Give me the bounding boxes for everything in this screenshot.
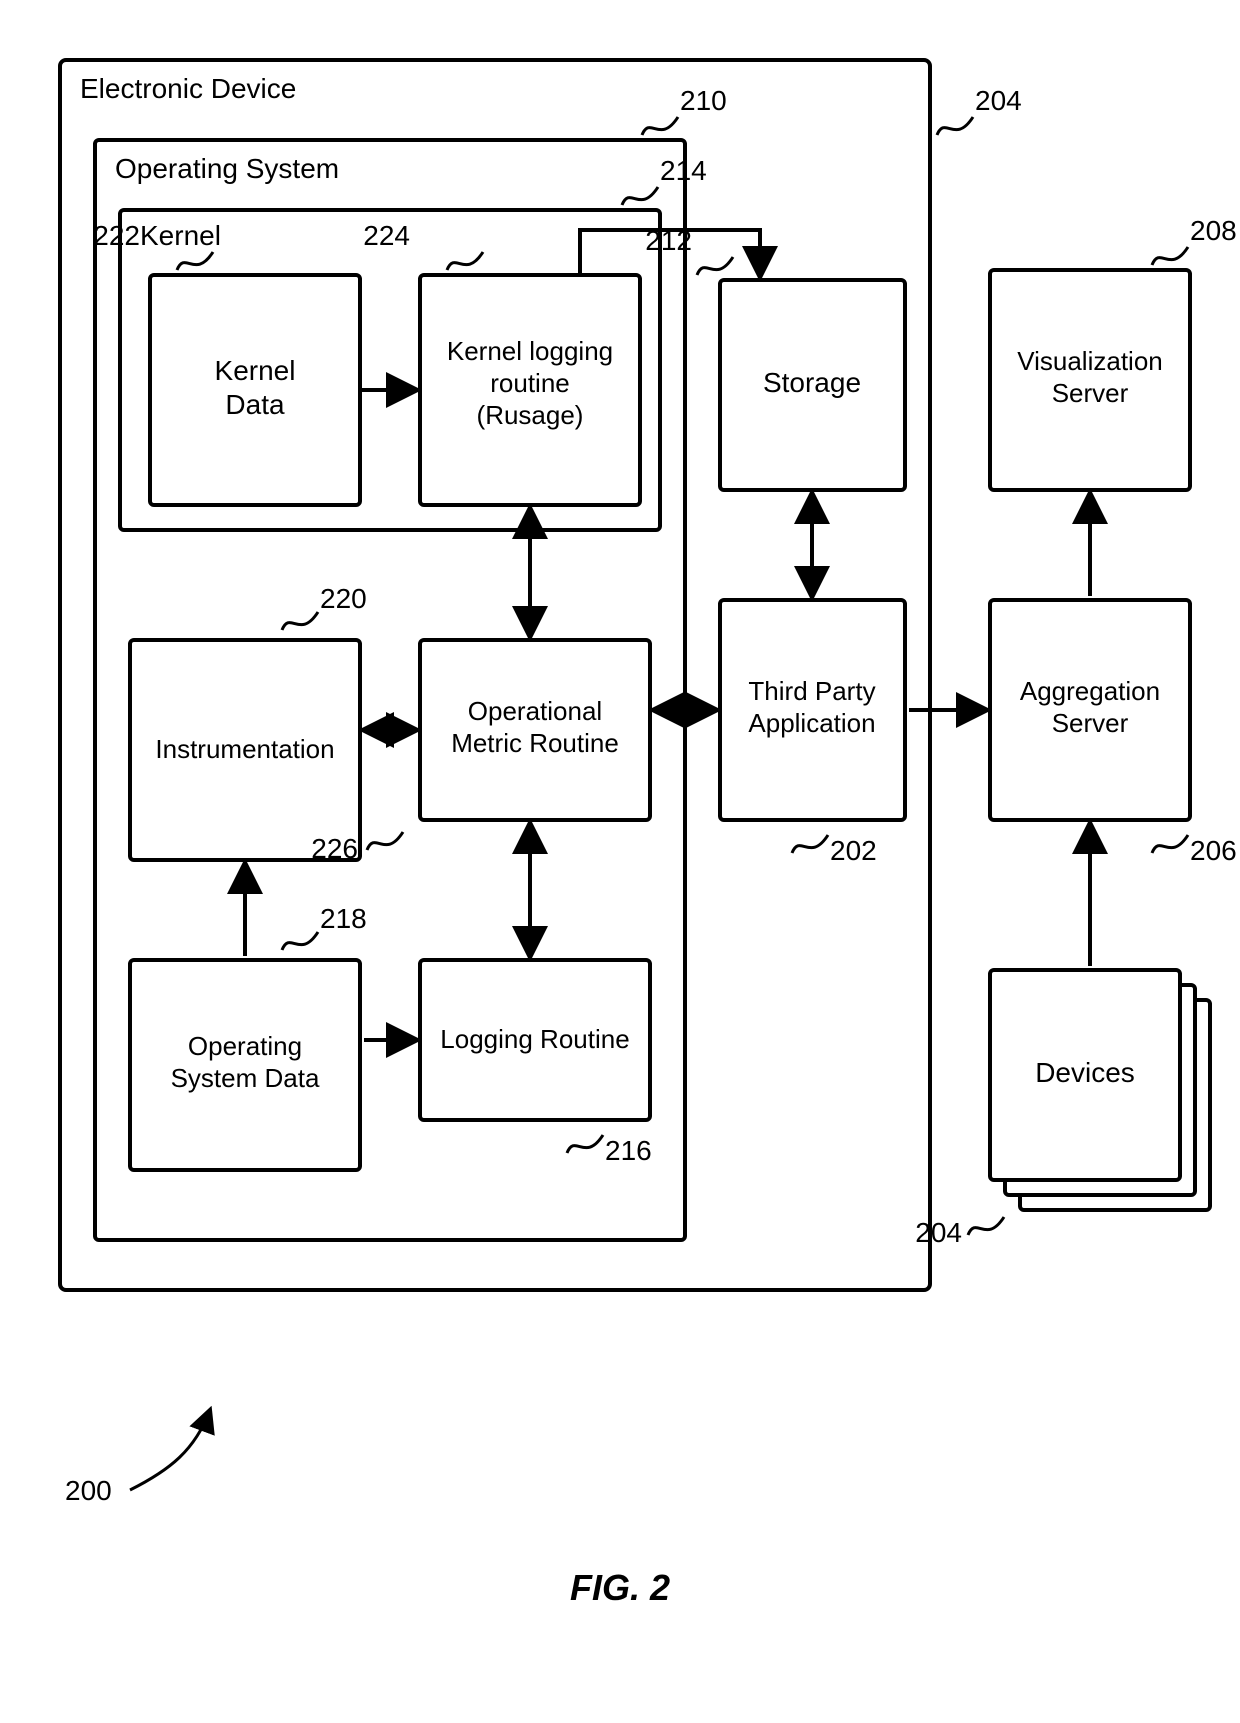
agg-l2: Server: [1052, 708, 1129, 738]
ref-206: 206: [1190, 835, 1237, 866]
kernel-data-label-1: Kernel: [215, 355, 296, 386]
osdata-l2: System Data: [171, 1063, 320, 1093]
ref-200: 200: [65, 1475, 112, 1506]
ref-216: 216: [605, 1135, 652, 1166]
opmetric-l1: Operational: [468, 696, 602, 726]
ref-222: 222: [93, 220, 140, 251]
kernel-logging-l1: Kernel logging: [447, 336, 613, 366]
viz-l2: Server: [1052, 378, 1129, 408]
operating-system-title: Operating System: [115, 153, 339, 184]
visualization-server-box: Visualization Server 208: [990, 215, 1237, 490]
kernel-title: Kernel: [140, 220, 221, 251]
ref-202: 202: [830, 835, 877, 866]
figure-label: FIG. 2: [570, 1567, 670, 1608]
devices-label: Devices: [1035, 1057, 1135, 1088]
instrumentation-label: Instrumentation: [155, 734, 334, 764]
ref-214: 214: [660, 155, 707, 186]
kernel-data-label-2: Data: [225, 389, 285, 420]
tpa-l2: Application: [748, 708, 875, 738]
agg-l1: Aggregation: [1020, 676, 1160, 706]
ref-220: 220: [320, 583, 367, 614]
storage-label: Storage: [763, 367, 861, 398]
electronic-device-title: Electronic Device: [80, 73, 296, 104]
ref-226: 226: [311, 833, 358, 864]
ref-210: 210: [680, 85, 727, 116]
ref-204-device: 204: [975, 85, 1022, 116]
logging-label: Logging Routine: [440, 1024, 629, 1054]
ref-224: 224: [363, 220, 410, 251]
ref-218: 218: [320, 903, 367, 934]
opmetric-l2: Metric Routine: [451, 728, 619, 758]
kernel-logging-l2: routine: [490, 368, 570, 398]
kernel-logging-l3: (Rusage): [477, 400, 584, 430]
ref-208: 208: [1190, 215, 1237, 246]
ref-204-devices: 204: [915, 1217, 962, 1248]
osdata-l1: Operating: [188, 1031, 302, 1061]
devices-stack: Devices 204: [915, 970, 1210, 1248]
aggregation-server-box: Aggregation Server 206: [990, 600, 1237, 866]
viz-l1: Visualization: [1017, 346, 1163, 376]
tpa-l1: Third Party: [748, 676, 875, 706]
page-ref-200: 200: [65, 1410, 210, 1506]
